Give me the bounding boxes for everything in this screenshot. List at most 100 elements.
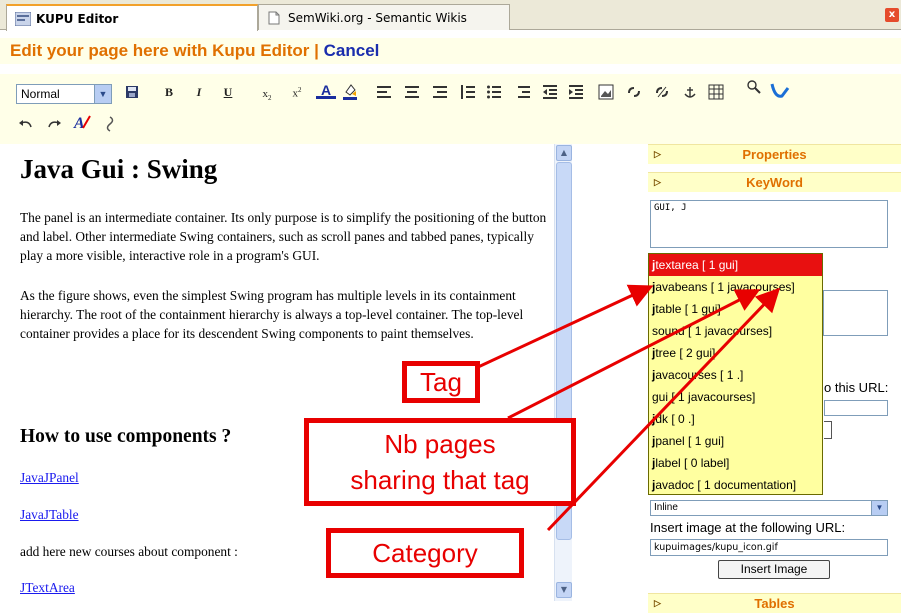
page-title: Java Gui : Swing (20, 154, 218, 184)
underline-button[interactable]: U (218, 82, 238, 102)
tab-semwiki[interactable]: SemWiki.org - Semantic Wikis (258, 4, 510, 30)
suggestion-text: tree [ 2 gui] (655, 346, 716, 360)
image-icon[interactable] (596, 82, 616, 102)
tab-label: KUPU Editor (36, 11, 119, 26)
undo-icon[interactable] (16, 114, 36, 134)
highlight-color-icon[interactable] (340, 82, 360, 102)
save-icon[interactable] (122, 82, 142, 102)
suggestion-item[interactable]: javacourses [ 1 .] (649, 364, 822, 386)
suggestion-text: table [ 1 gui] (655, 302, 721, 316)
suggestion-text: textarea [ 1 gui] (655, 258, 739, 272)
keyword-label: KeyWord (746, 175, 803, 190)
title-separator: | (314, 41, 319, 60)
page-tab-icon (267, 11, 283, 25)
scroll-down-icon[interactable]: ▼ (556, 582, 572, 598)
tables-panel-header[interactable]: ▷ Tables (648, 593, 901, 613)
link-url-input[interactable] (824, 400, 888, 416)
source-view-icon[interactable] (770, 82, 790, 102)
subscript-button[interactable]: x2 (257, 84, 277, 104)
expand-arrow-icon: ▷ (654, 177, 661, 187)
add-courses-text: add here new courses about component : (20, 544, 238, 559)
tab-kupu-editor[interactable]: KUPU Editor (6, 4, 258, 31)
suggestion-text: avadoc [ 1 documentation] (655, 478, 797, 492)
bullet-list-icon[interactable] (484, 82, 504, 102)
image-align-value: Inline (654, 502, 678, 513)
link-textarea[interactable] (823, 290, 888, 336)
redo-icon[interactable] (44, 114, 64, 134)
nb-pages-line1: Nb pages (384, 429, 496, 459)
anchor-icon[interactable] (680, 82, 700, 102)
keyword-panel-header[interactable]: ▷ KeyWord (648, 172, 901, 192)
link-icon[interactable] (624, 82, 644, 102)
browser-tab-bar: KUPU Editor SemWiki.org - Semantic Wikis… (0, 0, 901, 31)
chevron-down-icon: ▼ (94, 85, 111, 103)
suggestion-item[interactable]: jdk [ 0 .] (649, 408, 822, 430)
tab-label: SemWiki.org - Semantic Wikis (288, 10, 467, 25)
align-left-icon[interactable] (374, 82, 394, 102)
properties-label: Properties (742, 147, 807, 162)
tables-label: Tables (754, 596, 795, 611)
unlink-icon[interactable] (652, 82, 672, 102)
section-heading: How to use components ? (20, 426, 232, 447)
bold-button[interactable]: B (159, 82, 179, 102)
content-scrollbar[interactable]: ▲ ▼ (554, 144, 572, 601)
keyword-input[interactable]: GUI, J (650, 200, 888, 248)
link-url-label: o this URL: (824, 380, 889, 395)
superscript-button[interactable]: x2 (287, 80, 307, 100)
align-center-icon[interactable] (402, 82, 422, 102)
suggestion-item[interactable]: jpanel [ 1 gui] (649, 430, 822, 452)
tag-callout: Tag (402, 361, 480, 403)
hierarchy-paragraph: As the figure shows, even the simplest S… (20, 288, 524, 341)
numbered-list-icon[interactable] (458, 82, 478, 102)
suggestion-item[interactable]: javabeans [ 1 javacourses] (649, 276, 822, 298)
link-javajtable[interactable]: JavaJTable (20, 507, 79, 523)
align-right-icon[interactable] (430, 82, 450, 102)
image-url-label: Insert image at the following URL: (650, 520, 846, 535)
intro-paragraph: The panel is an intermediate container. … (20, 210, 547, 263)
suggestion-text: avabeans [ 1 javacourses] (655, 280, 795, 294)
suggestion-item[interactable]: javadoc [ 1 documentation] (649, 474, 822, 496)
suggestion-text: gui [ 1 javacourses] (652, 390, 756, 404)
tag-callout-text: Tag (420, 367, 462, 397)
suggestion-item[interactable]: gui [ 1 javacourses] (649, 386, 822, 408)
cancel-link[interactable]: Cancel (324, 41, 380, 60)
expand-arrow-icon: ▷ (654, 598, 661, 608)
suggestion-item[interactable]: jtextarea [ 1 gui] (649, 254, 822, 276)
suggestion-text: panel [ 1 gui] (655, 434, 725, 448)
remove-format-icon[interactable]: A (72, 113, 92, 133)
style-select-value: Normal (21, 87, 60, 101)
suggestion-text: dk [ 0 .] (655, 412, 695, 426)
tag-suggestion-list[interactable]: jtextarea [ 1 gui] javabeans [ 1 javacou… (648, 253, 823, 495)
editor-toolbar: Normal ▼ B I U x2 x2 A A (0, 74, 901, 144)
outdent-icon[interactable] (540, 82, 560, 102)
text-color-button[interactable]: A (316, 81, 336, 99)
insert-image-button[interactable]: Insert Image (718, 560, 830, 579)
suggestion-item[interactable]: sound [ 1 javacourses] (649, 320, 822, 342)
close-tab-icon[interactable]: x (885, 8, 899, 22)
suggestion-item[interactable]: jlabel [ 0 label] (649, 452, 822, 474)
category-callout: Category (326, 528, 524, 578)
category-callout-text: Category (372, 538, 478, 568)
scroll-up-icon[interactable]: ▲ (556, 145, 572, 161)
nb-pages-line2: sharing that tag (350, 465, 530, 495)
paragraph-style-select[interactable]: Normal ▼ (16, 84, 112, 104)
indent-icon[interactable] (566, 82, 586, 102)
suggestion-item[interactable]: jtree [ 2 gui] (649, 342, 822, 364)
edit-header: Edit your page here with Kupu Editor | C… (0, 38, 901, 64)
table-icon[interactable] (706, 82, 726, 102)
link-jtextarea[interactable]: JTextArea (20, 580, 75, 596)
zoom-icon[interactable] (744, 78, 764, 98)
definition-list-icon[interactable] (514, 82, 534, 102)
suggestion-item[interactable]: jtable [ 1 gui] (649, 298, 822, 320)
suggestion-text: avacourses [ 1 .] (655, 368, 744, 382)
make-link-button[interactable] (824, 421, 832, 439)
expand-arrow-icon: ▷ (654, 149, 661, 159)
editor-title: Edit your page here with Kupu Editor (10, 41, 310, 60)
image-align-select[interactable]: Inline ▼ (650, 500, 888, 516)
italic-button[interactable]: I (189, 82, 209, 102)
link-javajpanel[interactable]: JavaJPanel (20, 470, 79, 486)
properties-panel-header[interactable]: ▷ Properties (648, 144, 901, 164)
kupu-tab-icon (14, 11, 32, 26)
image-url-input[interactable]: kupuimages/kupu_icon.gif (650, 539, 888, 556)
spellcheck-icon[interactable] (100, 114, 120, 134)
